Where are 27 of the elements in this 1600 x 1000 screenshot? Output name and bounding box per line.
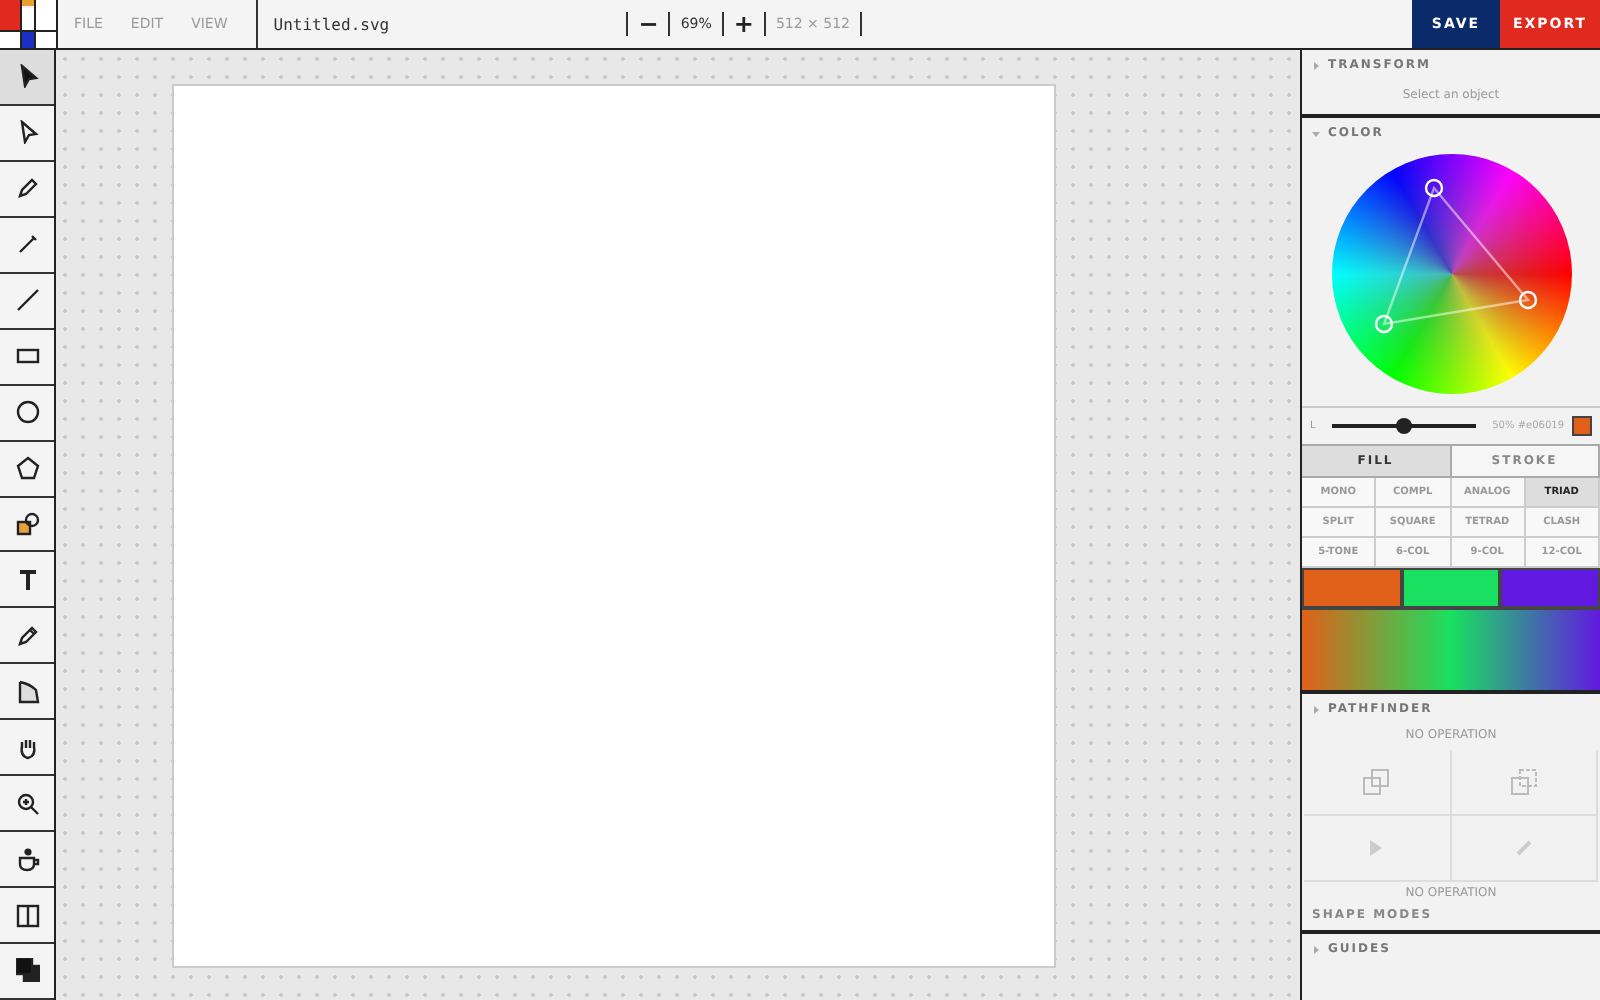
harmony-triangle[interactable] [1374,178,1538,334]
shapes-tool-icon [15,511,39,536]
palette-swatch[interactable] [1401,568,1501,608]
swatch-tool-icon [15,958,39,983]
rect-tool-icon [15,344,39,369]
knife-tool-icon [15,679,39,704]
overlap-squares-icon [1509,768,1538,796]
cup-tool-icon [15,847,39,872]
hand-tool-icon [15,735,39,760]
line-tool-icon [15,288,39,313]
pencil-tool-icon [15,623,39,648]
ellipse-tool-icon [15,400,39,425]
palette-swatch[interactable] [1302,568,1402,608]
direct-tool-icon [15,120,39,145]
select-tool-icon [15,64,39,89]
palette-swatch[interactable] [1500,568,1600,608]
tool-button[interactable] [0,50,54,106]
brush-tool-icon [15,232,39,257]
zoom-out-button[interactable]: − [638,10,659,38]
polygon-tool-icon [15,456,39,481]
text-tool-icon [15,567,39,592]
file-name: Untitled.svg [271,15,392,33]
zoom-tool-icon [15,791,39,816]
zoom-in-button[interactable]: + [733,10,754,38]
split-tool-icon [15,903,39,928]
overlap-squares-icon [1362,768,1391,796]
pen-tool-icon [15,176,39,201]
